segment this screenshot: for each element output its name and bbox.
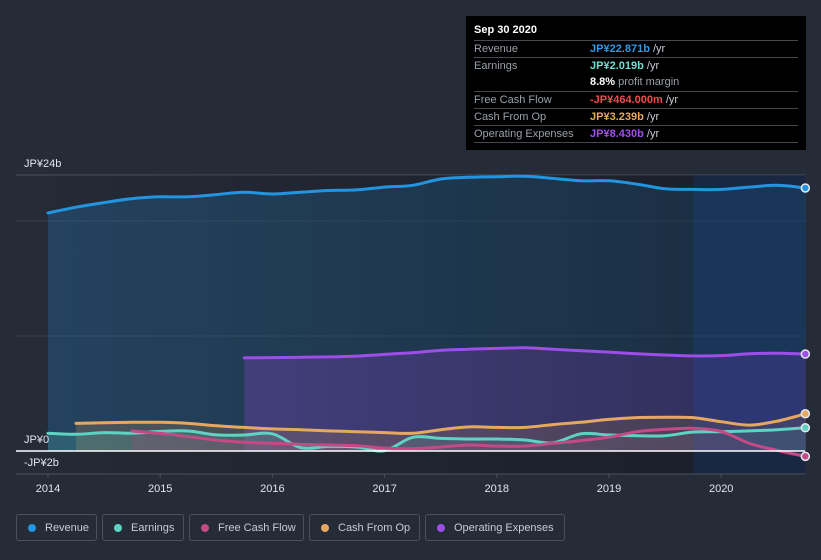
- x-tick-label: 2015: [148, 483, 172, 495]
- tooltip-label: Earnings: [474, 60, 518, 72]
- legend-label: Earnings: [131, 521, 175, 534]
- legend-label: Cash From Op: [338, 521, 411, 534]
- tooltip-unit: /yr: [643, 60, 660, 72]
- tooltip-unit: /yr: [643, 128, 660, 140]
- tooltip-unit: /yr: [643, 111, 660, 123]
- end-marker-free-cash-flow[interactable]: [800, 451, 811, 462]
- tooltip-value: JP¥3.239b: [590, 111, 644, 123]
- end-marker-cash-from-op[interactable]: [800, 409, 811, 419]
- tooltip-row-revenue: Revenue JP¥22.871b /yr: [474, 41, 798, 58]
- legend-dot-icon: [28, 523, 36, 532]
- tooltip-row-free-cash-flow: Free Cash Flow -JP¥464.000m /yr: [474, 92, 798, 109]
- tooltip: Sep 30 2020 Revenue JP¥22.871b /yr Earni…: [466, 16, 806, 150]
- tooltip-row-earnings: Earnings JP¥2.019b /yr 8.8% profit margi…: [474, 58, 798, 92]
- profit-margin-label: profit margin: [615, 76, 680, 88]
- legend-label: Operating Expenses: [454, 521, 554, 534]
- end-marker-earnings[interactable]: [800, 423, 811, 433]
- y-tick-label: JP¥0: [24, 434, 49, 446]
- legend-label: Revenue: [45, 521, 90, 534]
- tooltip-unit: /yr: [662, 94, 679, 106]
- legend-item-free-cash-flow[interactable]: Free Cash Flow: [189, 514, 304, 541]
- legend-item-operating-expenses[interactable]: Operating Expenses: [425, 514, 565, 541]
- x-tick-label: 2017: [372, 483, 396, 495]
- tooltip-value: -JP¥464.000m: [590, 94, 663, 106]
- legend: Revenue Earnings Free Cash Flow Cash Fro…: [16, 514, 570, 541]
- x-tick-label: 2020: [709, 483, 733, 495]
- tooltip-label: Revenue: [474, 43, 519, 55]
- legend-item-earnings[interactable]: Earnings: [102, 514, 184, 541]
- x-tick-label: 2019: [597, 483, 621, 495]
- x-tick-label: 2014: [36, 483, 60, 495]
- legend-dot-icon: [321, 523, 329, 532]
- tooltip-date: Sep 30 2020: [474, 16, 798, 41]
- y-tick-label: -JP¥2b: [24, 457, 59, 469]
- tooltip-row-cash-from-op: Cash From Op JP¥3.239b /yr: [474, 109, 798, 126]
- tooltip-label: Cash From Op: [474, 111, 547, 123]
- tooltip-value: JP¥2.019b: [590, 60, 644, 72]
- x-tick-label: 2018: [485, 483, 509, 495]
- end-marker-operating-expenses[interactable]: [800, 349, 811, 359]
- tooltip-label: Free Cash Flow: [474, 94, 552, 106]
- tooltip-value: JP¥22.871b: [590, 43, 650, 55]
- y-tick-label: JP¥24b: [24, 158, 61, 170]
- tooltip-unit: /yr: [649, 43, 666, 55]
- tooltip-value: JP¥8.430b: [590, 128, 644, 140]
- legend-item-revenue[interactable]: Revenue: [16, 514, 97, 541]
- legend-dot-icon: [201, 523, 209, 532]
- profit-margin-value: 8.8%: [590, 76, 616, 88]
- legend-label: Free Cash Flow: [218, 521, 296, 534]
- tooltip-label: Operating Expenses: [474, 128, 574, 140]
- x-tick-label: 2016: [260, 483, 284, 495]
- tooltip-row-operating-expenses: Operating Expenses JP¥8.430b /yr: [474, 126, 798, 143]
- end-marker-revenue[interactable]: [800, 183, 811, 193]
- legend-dot-icon: [437, 523, 445, 532]
- history-shade: [48, 175, 694, 474]
- legend-dot-icon: [114, 523, 122, 532]
- legend-item-cash-from-op[interactable]: Cash From Op: [309, 514, 420, 541]
